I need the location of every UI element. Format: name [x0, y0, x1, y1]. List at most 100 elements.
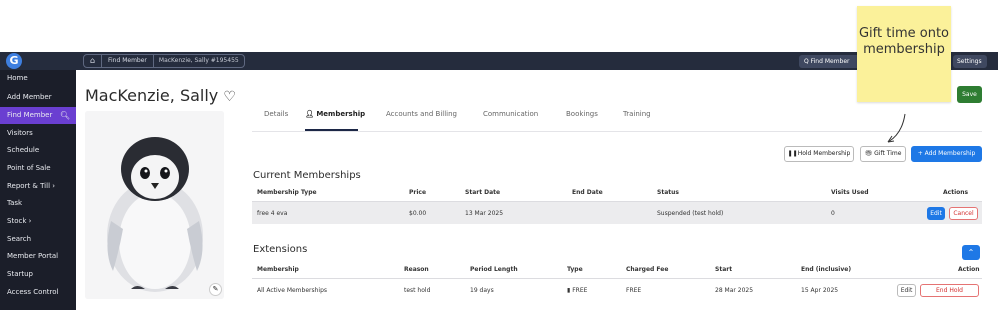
sidebar-item-label: Search [7, 235, 32, 243]
sidebar-item-search[interactable]: Search [0, 231, 76, 248]
gift-time-label: Gift Time [874, 150, 902, 157]
sidebar-item-home[interactable]: Home [0, 70, 76, 87]
column-header: Type [567, 266, 583, 273]
annotation-arrow [887, 113, 906, 143]
add-membership-button[interactable]: + Add Membership [911, 146, 982, 162]
hold-membership-button[interactable]: ❚❚Hold Membership [784, 146, 854, 162]
sidebar-item-label: Home [7, 74, 28, 82]
edit-extension-button[interactable]: Edit [897, 284, 916, 297]
sidebar-item-label: Stock › [7, 217, 32, 225]
column-header: Start Date [465, 189, 501, 196]
column-header: End (inclusive) [801, 266, 852, 273]
sidebar-item-label: Add Member [7, 93, 52, 101]
tab-details[interactable]: Details [264, 110, 288, 118]
favorite-heart-icon[interactable]: ♡ [223, 89, 236, 105]
price-cell: $0.00 [409, 210, 427, 217]
sidebar-item-label: Find Member [7, 111, 53, 119]
extension-period-cell: 19 days [470, 287, 494, 294]
sidebar-item-label: Schedule [7, 146, 40, 154]
active-tab-indicator [305, 129, 358, 131]
visits-used-cell: 0 [831, 210, 835, 217]
find-member-button[interactable]: Q Find Member [799, 55, 861, 68]
hold-membership-label: Hold Membership [797, 150, 851, 157]
column-header: Membership Type [257, 189, 317, 196]
breadcrumb: ⌂ Find Member MacKenzie, Sally #195455 [83, 54, 245, 68]
settings-button[interactable]: Settings ⌄ [953, 55, 987, 78]
gift-icon: 🎁︎ [864, 150, 875, 157]
sidebar-item-find-member[interactable]: Find Member 🔍︎ [0, 107, 76, 124]
chevron-up-icon: ⌃ [967, 248, 975, 257]
penguin-chick-image [85, 111, 224, 299]
app-logo[interactable]: G [6, 53, 22, 69]
sidebar-item-label: Member Portal [7, 252, 59, 260]
pause-icon: ❚❚ [787, 150, 798, 157]
sidebar-item-add-member[interactable]: Add Member [0, 89, 76, 106]
membership-type-cell: free 4 eva [257, 210, 288, 217]
breadcrumb-find-member[interactable]: Find Member [102, 55, 154, 67]
column-header: Price [409, 189, 427, 196]
table-divider [252, 278, 982, 279]
tab-bookings[interactable]: Bookings [566, 110, 598, 118]
tab-membership-label: Membership [316, 110, 366, 118]
extension-reason-cell: test hold [404, 287, 431, 294]
gift-time-button[interactable]: 🎁︎ Gift Time [860, 146, 906, 162]
sidebar-item-label: Point of Sale [7, 164, 51, 172]
sidebar-item-member-portal[interactable]: Member Portal [0, 248, 76, 265]
extension-membership-cell: All Active Memberships [257, 287, 328, 294]
column-header: Status [657, 189, 679, 196]
edit-photo-icon[interactable]: ✎ [209, 283, 222, 296]
save-button[interactable]: Save [957, 86, 982, 103]
sidebar-item-access-control[interactable]: Access Control [0, 284, 76, 301]
extension-start-cell: 28 Mar 2025 [715, 287, 754, 294]
extension-end-cell: 15 Apr 2025 [801, 287, 839, 294]
edit-membership-button[interactable]: Edit [927, 207, 945, 220]
sidebar: Home Add Member Find Member 🔍︎ Visitors S… [0, 70, 76, 310]
column-header: Reason [404, 266, 429, 273]
member-name-heading: MacKenzie, Sally ♡ [85, 86, 236, 105]
column-header: Actions [943, 189, 969, 196]
person-icon: 👤︎ [305, 110, 317, 118]
column-header: Visits Used [831, 189, 869, 196]
sidebar-item-startup[interactable]: Startup [0, 266, 76, 283]
status-cell: Suspended (test hold) [657, 210, 724, 217]
extension-type-cell: ▮ FREE [567, 287, 587, 294]
sidebar-item-label: Report & Till › [7, 182, 56, 190]
sidebar-item-point-of-sale[interactable]: Point of Sale [0, 160, 76, 177]
column-header: Membership [257, 266, 299, 273]
start-date-cell: 13 Mar 2025 [465, 210, 504, 217]
current-memberships-title: Current Memberships [253, 170, 361, 181]
annotation-sticky-note: Gift time onto membership [857, 6, 951, 102]
collapse-extensions-button[interactable]: ⌃ [962, 245, 980, 260]
tab-communication[interactable]: Communication [483, 110, 538, 118]
tab-training[interactable]: Training [623, 110, 651, 118]
cancel-membership-button[interactable]: Cancel [949, 207, 978, 220]
sidebar-item-schedule[interactable]: Schedule [0, 142, 76, 159]
breadcrumb-member[interactable]: MacKenzie, Sally #195455 [154, 55, 244, 67]
search-icon: 🔍︎ [59, 111, 70, 120]
annotation-text: Gift time onto membership [858, 26, 949, 57]
sidebar-item-label: Access Control [7, 288, 59, 296]
table-row [252, 202, 982, 224]
column-header: Action [958, 266, 980, 273]
extensions-title: Extensions [253, 244, 308, 255]
member-name: MacKenzie, Sally [85, 86, 219, 105]
tab-divider [252, 131, 982, 132]
sidebar-item-stock[interactable]: Stock › [0, 213, 76, 230]
sidebar-item-label: Visitors [7, 129, 33, 137]
sidebar-item-report-till[interactable]: Report & Till › [0, 178, 76, 195]
column-header: End Date [572, 189, 603, 196]
tab-accounts-billing[interactable]: Accounts and Billing [386, 110, 457, 118]
column-header: Start [715, 266, 733, 273]
member-photo [85, 111, 224, 299]
end-hold-button[interactable]: End Hold [920, 284, 979, 297]
tab-membership[interactable]: 👤︎ Membership [305, 110, 365, 118]
column-header: Charged Fee [626, 266, 669, 273]
sidebar-item-label: Task [7, 199, 23, 207]
sidebar-item-visitors[interactable]: Visitors [0, 125, 76, 142]
sidebar-item-task[interactable]: Task [0, 195, 76, 212]
sidebar-item-label: Startup [7, 270, 33, 278]
column-header: Period Length [470, 266, 518, 273]
extension-type-label: FREE [572, 287, 588, 294]
extension-fee-cell: FREE [626, 287, 642, 294]
home-icon[interactable]: ⌂ [84, 55, 102, 67]
